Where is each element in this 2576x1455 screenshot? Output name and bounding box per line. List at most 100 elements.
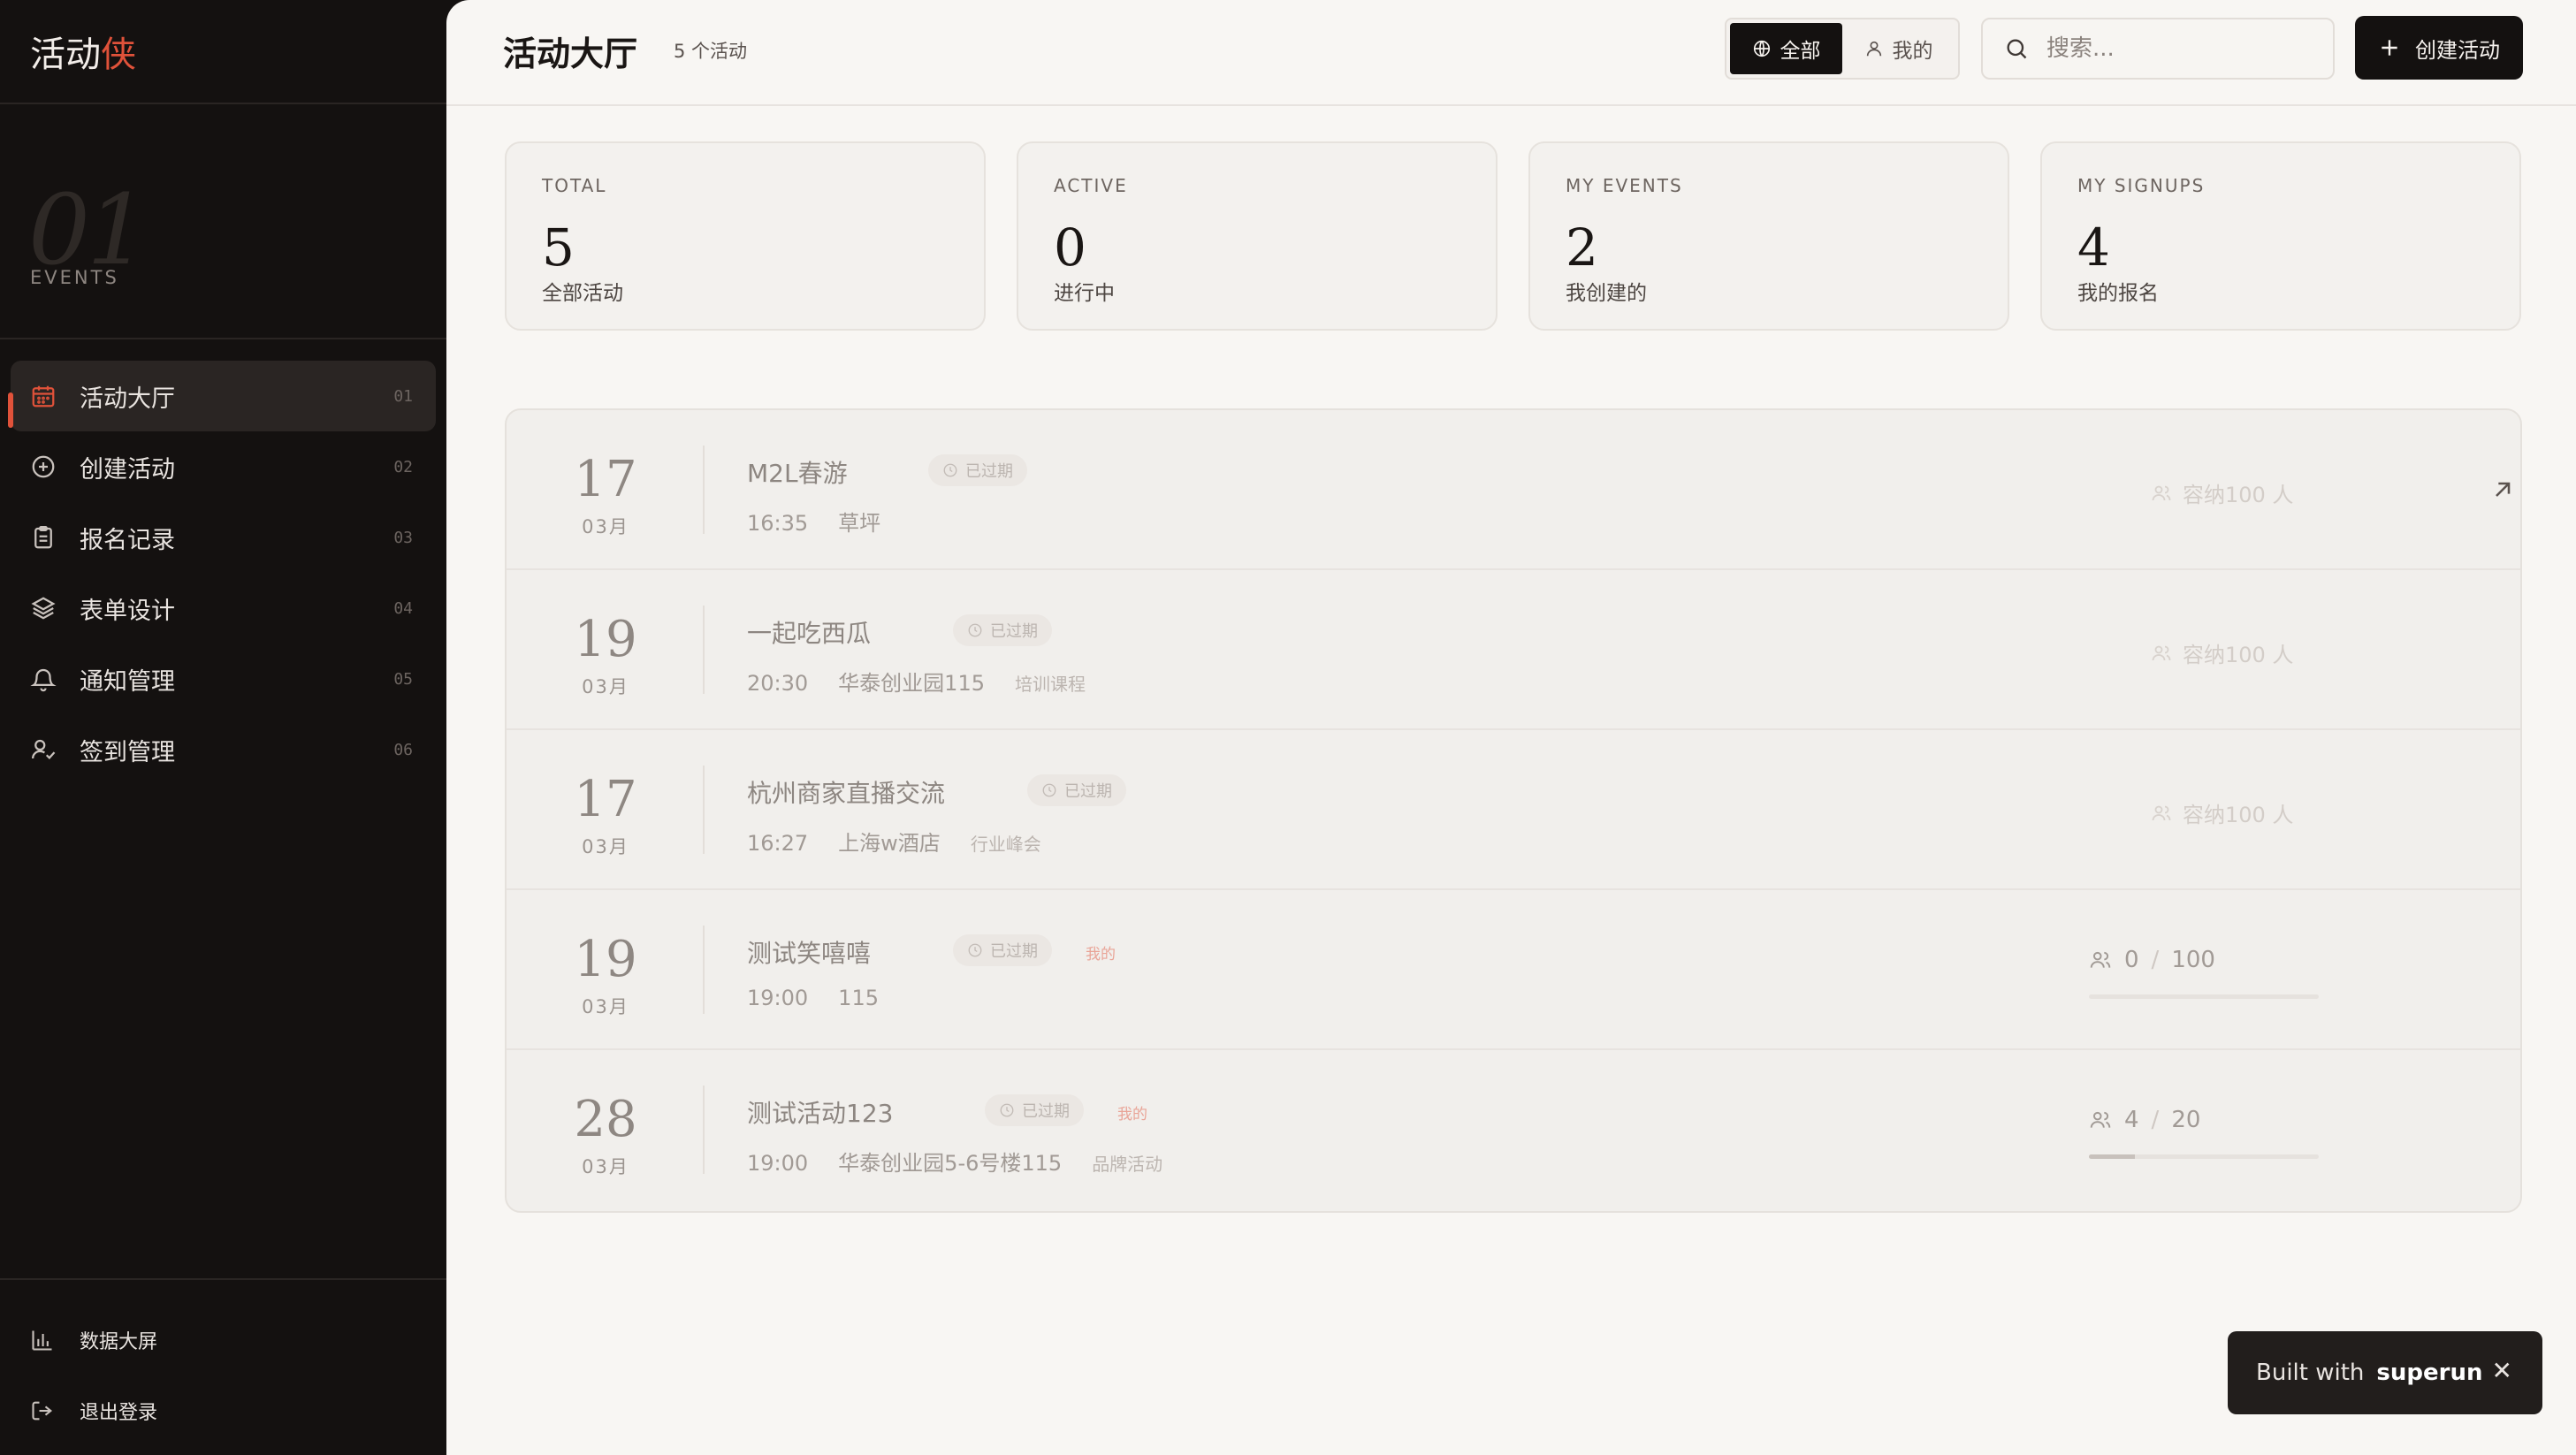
sidebar-item-label: 创建活动 [80, 455, 175, 484]
event-title: 杭州商家直播交流 [747, 779, 946, 808]
event-day: 28 [574, 1091, 637, 1148]
sidebar-item-label: 通知管理 [80, 667, 175, 696]
sidebar-item-checkin[interactable]: 签到管理 06 [11, 714, 436, 785]
stat-sub: 我的报名 [2077, 282, 2159, 305]
divider [703, 1086, 705, 1174]
event-date: 17 03月 [507, 730, 705, 890]
calendar-icon [32, 385, 55, 408]
close-icon[interactable]: ✕ [2492, 1356, 2512, 1385]
event-capacity-label: 容纳100 人 [2183, 803, 2294, 827]
event-capacity-label: 容纳100 人 [2183, 483, 2294, 507]
event-place: 华泰创业园115 [838, 671, 985, 696]
event-month: 03月 [582, 676, 629, 697]
event-meta: 16:27 上海w酒店 行业峰会 [747, 826, 1041, 857]
section-counter: 01 [0, 104, 446, 339]
status-badge: 已过期 [985, 1094, 1084, 1126]
bell-icon [30, 668, 57, 692]
event-tag: 培训课程 [1014, 674, 1086, 695]
page-title: 活动大厅 [503, 34, 638, 73]
event-month: 03月 [582, 516, 629, 537]
sidebar-nav: 活动大厅 01 创建活动 02 报名记录 03 表单设计 04 通知管理 05 … [0, 361, 446, 785]
event-row[interactable]: 19 03月 一起吃西瓜 已过期 20:30 华泰创业园115 培训课程 容纳1… [507, 570, 2520, 730]
event-time: 20:30 [747, 671, 809, 696]
stat-card-total: TOTAL 5 全部活动 [505, 141, 986, 331]
event-row[interactable]: 19 03月 测试笑嘻嘻 已过期 我的 19:00 115 0 / 100 [507, 890, 2520, 1050]
event-day: 19 [574, 931, 637, 988]
users-icon [2152, 485, 2171, 500]
toast-brand[interactable]: superun [2376, 1360, 2482, 1386]
status-badge-label: 已过期 [1022, 1102, 1070, 1121]
toast-prefix: Built with [2256, 1360, 2365, 1386]
signup-max: 100 [2171, 947, 2215, 973]
filter-mine-label: 我的 [1892, 40, 1933, 63]
filter-mine-button[interactable]: 我的 [1842, 23, 1955, 74]
sidebar-item-number: 05 [393, 669, 413, 689]
signup-separator: / [2151, 947, 2160, 973]
sidebar-item-form-design[interactable]: 表单设计 04 [11, 573, 436, 644]
signup-max: 20 [2171, 1107, 2201, 1133]
event-day: 19 [574, 611, 637, 668]
event-month: 03月 [582, 996, 629, 1017]
open-event-button[interactable] [2490, 477, 2515, 506]
filter-all-button[interactable]: 全部 [1730, 23, 1842, 74]
event-capacity: 容纳100 人 [2151, 477, 2293, 508]
stat-card-my-events: MY EVENTS 2 我创建的 [1528, 141, 2009, 331]
signup-progress-bar [2089, 994, 2319, 999]
clock-icon [968, 623, 982, 637]
event-date: 17 03月 [507, 410, 705, 570]
event-row[interactable]: 17 03月 M2L春游 已过期 16:35 草坪 容纳100 人 [507, 410, 2520, 570]
event-capacity: 容纳100 人 [2151, 637, 2293, 668]
event-row[interactable]: 17 03月 杭州商家直播交流 已过期 16:27 上海w酒店 行业峰会 容纳1… [507, 730, 2520, 890]
sidebar-item-logout[interactable]: 退出登录 [0, 1375, 446, 1446]
stat-value: 4 [2077, 217, 2110, 278]
divider [703, 606, 705, 694]
event-place: 上海w酒店 [838, 831, 941, 856]
stat-sub: 进行中 [1054, 282, 1115, 305]
event-day: 17 [574, 451, 637, 508]
sidebar-item-number: 01 [393, 386, 413, 406]
toast-notification: Built with superun ✕ [2228, 1331, 2542, 1414]
create-event-label: 创建活动 [2415, 37, 2500, 63]
event-title: M2L春游 [747, 459, 848, 488]
stats-row: TOTAL 5 全部活动 ACTIVE 0 进行中 MY EVENTS 2 我创… [505, 141, 2522, 331]
top-bar: 活动大厅 5 个活动 全部 我的 创建活动 [446, 0, 2576, 106]
stat-card-my-signups: MY SIGNUPS 4 我的报名 [2040, 141, 2521, 331]
signup-current: 0 [2124, 947, 2139, 973]
filter-toggle: 全部 我的 [1725, 18, 1960, 80]
event-list: 17 03月 M2L春游 已过期 16:35 草坪 容纳100 人 19 03月… [505, 408, 2522, 1213]
sidebar-item-number: 06 [393, 740, 413, 759]
event-title: 测试笑嘻嘻 [747, 939, 872, 968]
sidebar-item-notifications[interactable]: 通知管理 05 [11, 644, 436, 714]
search-icon [2007, 39, 2027, 59]
sidebar-item-signups[interactable]: 报名记录 03 [11, 502, 436, 573]
sidebar-item-event-hall[interactable]: 活动大厅 01 [8, 361, 436, 431]
event-meta: 19:00 华泰创业园5-6号楼115 品牌活动 [747, 1146, 1162, 1177]
plus-circle-icon [32, 455, 55, 478]
arrow-up-right-icon [2496, 482, 2511, 497]
event-title: 测试活动123 [747, 1099, 894, 1128]
stat-key: MY EVENTS [1566, 175, 1683, 196]
stat-value: 5 [542, 217, 575, 278]
event-count: 5 个活动 [674, 41, 748, 62]
divider [703, 926, 705, 1014]
sidebar-item-create-event[interactable]: 创建活动 02 [11, 431, 436, 502]
event-tag: 品牌活动 [1092, 1154, 1163, 1175]
event-time: 16:27 [747, 831, 809, 856]
event-time: 19:00 [747, 1151, 809, 1176]
sidebar-item-dashboard[interactable]: 数据大屏 [0, 1305, 446, 1375]
stat-key: TOTAL [542, 175, 607, 196]
create-event-button[interactable]: 创建活动 [2355, 16, 2523, 80]
search-input[interactable] [2046, 35, 2312, 62]
brand-logo[interactable]: 活动侠 [0, 0, 446, 104]
sidebar-footer: 数据大屏 退出登录 [0, 1278, 446, 1446]
sidebar: 活动侠 01 EVENTS 活动大厅 01 创建活动 02 报名记录 03 表单… [0, 0, 446, 1455]
sidebar-item-number: 04 [393, 598, 413, 618]
event-row[interactable]: 28 03月 测试活动123 已过期 我的 19:00 华泰创业园5-6号楼11… [507, 1050, 2520, 1210]
clipboard-icon [34, 526, 52, 549]
filter-all-label: 全部 [1780, 40, 1821, 63]
event-meta: 16:35 草坪 [747, 506, 880, 537]
event-date: 19 03月 [507, 890, 705, 1050]
event-date: 19 03月 [507, 570, 705, 730]
clock-icon [1042, 783, 1056, 797]
sidebar-footer-label: 退出登录 [80, 1402, 158, 1424]
